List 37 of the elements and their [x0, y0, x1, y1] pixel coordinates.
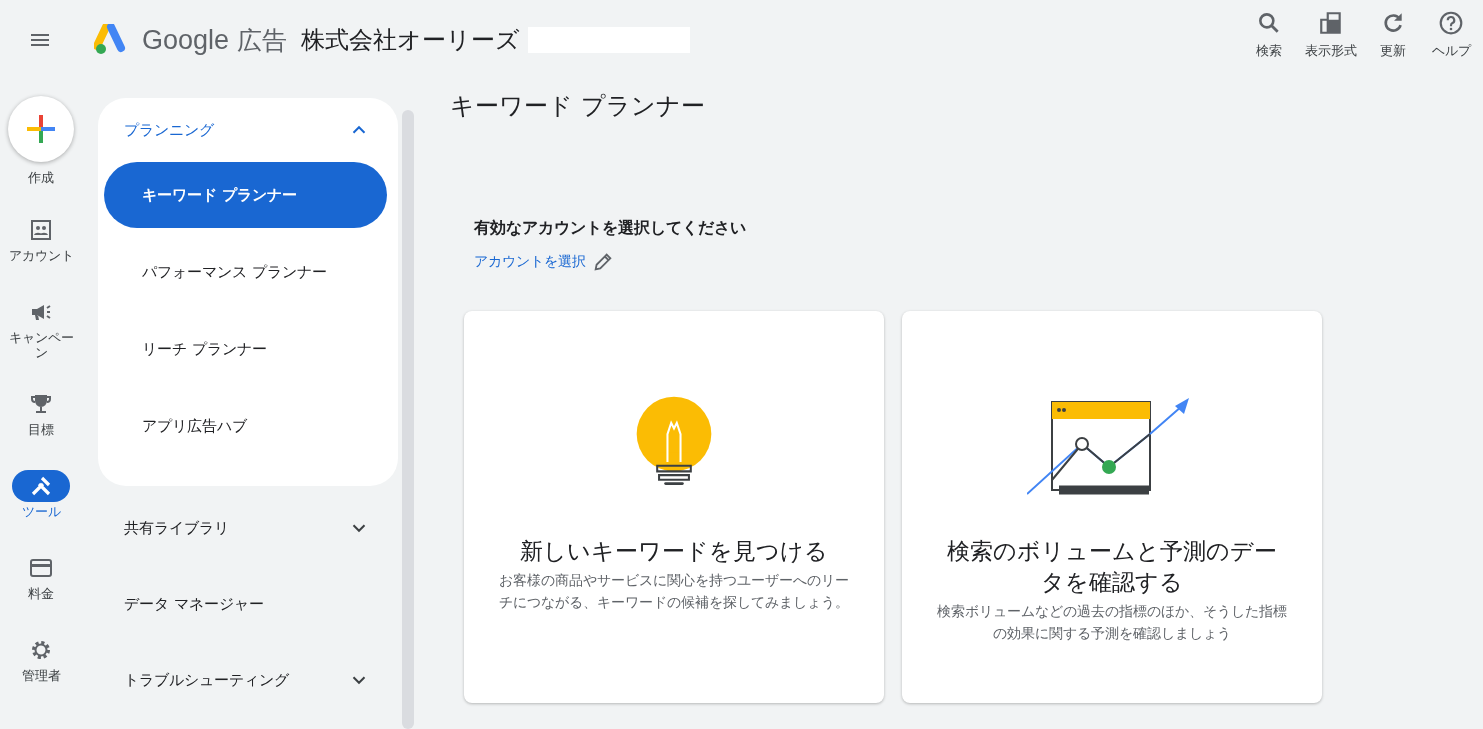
select-account-link[interactable]: アカウントを選択	[474, 251, 614, 273]
product-name: 広告	[237, 24, 288, 57]
nav-section[interactable]: プランニング	[98, 98, 398, 162]
card-description: お客様の商品やサービスに関心を持つユーザーへのリーチにつながる、キーワードの候補を探してみましょう。	[498, 571, 850, 613]
option-card[interactable]: 検索のボリュームと予測のデータを確認する 検索ボリュームなどの過去の指標のほか、そうした指標の効果に関する予測を確認しましょう	[902, 311, 1322, 703]
help-icon	[1438, 10, 1464, 36]
toolbar-button[interactable]: 検索	[1241, 10, 1297, 60]
toolbar-button[interactable]: ヘルプ	[1423, 10, 1479, 60]
view-icon	[1318, 10, 1344, 36]
rail-item[interactable]: ツール	[1, 469, 81, 552]
nav-item[interactable]: パフォーマンス プランナー	[104, 239, 387, 305]
create-button[interactable]	[8, 96, 74, 162]
nav-item[interactable]: アプリ広告ハブ	[104, 393, 387, 459]
account-name: 株式会社オーリーズ	[301, 25, 521, 56]
create-label: 作成	[28, 170, 54, 186]
rail-item[interactable]: 目標	[1, 387, 81, 470]
rail-item[interactable]: 料金	[1, 551, 81, 634]
nav-item[interactable]: キーワード プランナー	[104, 162, 387, 228]
nav-section[interactable]: データ マネージャー	[98, 566, 398, 642]
rail-item[interactable]: 管理者	[1, 633, 81, 716]
brand-name: Google	[142, 24, 230, 56]
pencil-icon	[592, 251, 614, 273]
option-card[interactable]: 新しいキーワードを見つける お客様の商品やサービスに関心を持つユーザーへのリーチにつながる、キーワードの候補を探してみましょう。	[464, 311, 884, 703]
rail-item[interactable]: アカウント	[1, 213, 81, 296]
rail-item[interactable]: キャンペーン	[1, 295, 81, 388]
card-title: 新しいキーワードを見つける	[520, 537, 828, 566]
toolbar-button[interactable]: 表示形式	[1299, 10, 1363, 60]
card-title: 検索のボリュームと予測のデータを確認する	[947, 537, 1277, 598]
card-description: 検索ボリュームなどの過去の指標のほか、そうした指標の効果に関する予測を確認しましょう	[936, 602, 1288, 644]
page-title: キーワード プランナー	[450, 91, 706, 122]
plus-icon	[26, 114, 56, 144]
account-card-icon	[29, 217, 53, 242]
nav-section[interactable]: トラブルシューティング	[98, 642, 398, 718]
nav-item[interactable]: リーチ プランナー	[104, 316, 387, 382]
nav-section[interactable]: 共有ライブラリ	[98, 490, 398, 566]
prompt-text: 有効なアカウントを選択してください	[474, 218, 747, 239]
toolbar-button[interactable]: 更新	[1365, 10, 1421, 60]
